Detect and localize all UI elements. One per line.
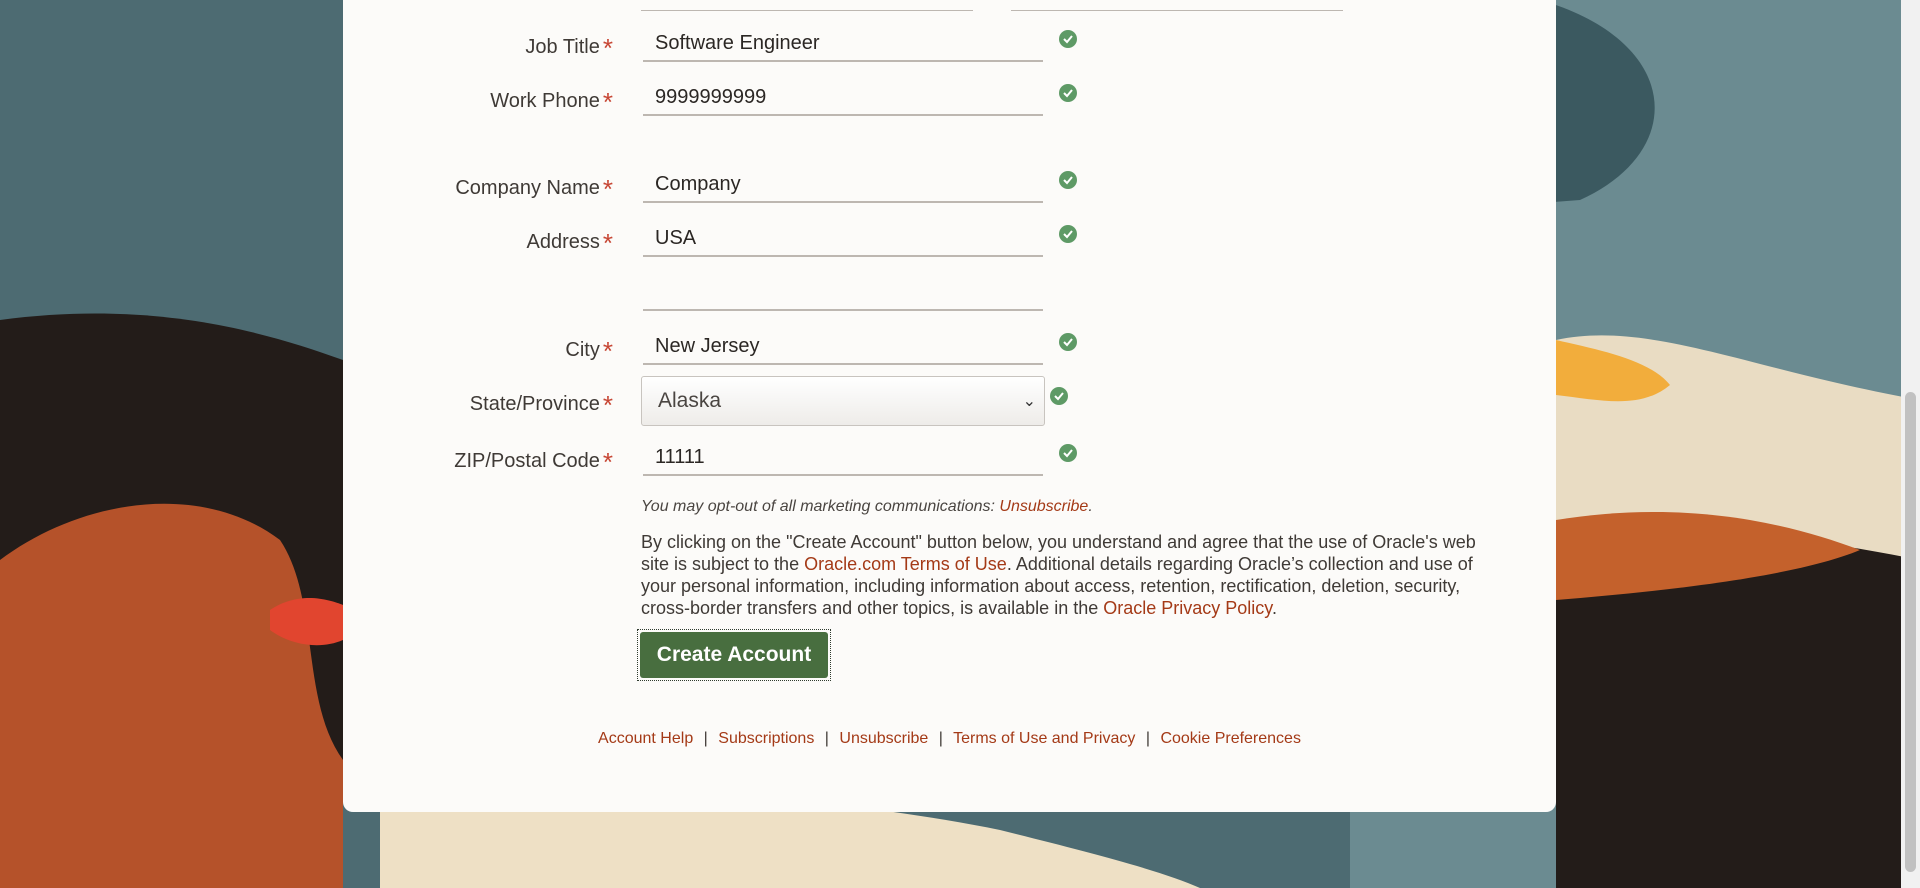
field-label: Company Name * [455, 174, 613, 204]
check-circle-icon [1059, 84, 1077, 102]
chevron-down-icon: ⌄ [1022, 393, 1036, 410]
form-row-work-phone: Work Phone * 9999999999 [343, 76, 1243, 120]
field-label: City * [565, 336, 613, 366]
zip-postal-code-field[interactable]: 11111 [643, 436, 1043, 476]
scrollbar-thumb[interactable] [1905, 392, 1916, 872]
footer-separator: | [1145, 730, 1150, 747]
city-field[interactable]: New Jersey [643, 325, 1043, 365]
field-label: State/Province * [469, 390, 613, 420]
check-circle-icon [1059, 30, 1077, 48]
create-account-focus-ring: Create Account [637, 629, 831, 681]
terms-of-use-link[interactable]: Oracle.com Terms of Use [804, 554, 1007, 574]
form-row-address: Address * USA [343, 217, 1243, 261]
form-row-zip: ZIP/Postal Code * 11111 [343, 436, 1243, 480]
footer-separator: | [938, 730, 943, 747]
state-province-select[interactable]: Alaska ⌄ [641, 376, 1045, 426]
check-circle-icon [1059, 333, 1077, 351]
field-underline [641, 10, 973, 11]
form-row-city: City * New Jersey [343, 325, 1243, 369]
footer-unsubscribe-link[interactable]: Unsubscribe [839, 730, 928, 747]
footer-links: Account Help | Subscriptions | Unsubscri… [343, 730, 1556, 748]
subscriptions-link[interactable]: Subscriptions [718, 730, 814, 747]
check-circle-icon [1059, 225, 1077, 243]
address-line-2-field[interactable] [643, 271, 1043, 311]
footer-separator: | [824, 730, 829, 747]
check-circle-icon [1059, 444, 1077, 462]
account-help-link[interactable]: Account Help [598, 730, 693, 747]
form-row-job-title: Job Title * Software Engineer [343, 22, 1243, 66]
field-label: Work Phone * [490, 87, 613, 117]
form-row-address-2 [343, 271, 1243, 315]
form-row-state: State/Province * Alaska ⌄ [343, 376, 1243, 426]
field-label: Job Title * [525, 33, 613, 63]
field-label: ZIP/Postal Code * [454, 447, 613, 477]
check-circle-icon [1050, 387, 1068, 405]
create-account-button[interactable]: Create Account [640, 632, 828, 678]
work-phone-field[interactable]: 9999999999 [643, 76, 1043, 116]
page-scrollbar[interactable] [1901, 0, 1920, 888]
select-value: Alaska [658, 389, 722, 412]
address-field[interactable]: USA [643, 217, 1043, 257]
check-circle-icon [1059, 171, 1077, 189]
job-title-field[interactable]: Software Engineer [643, 22, 1043, 62]
form-row-company-name: Company Name * Company [343, 163, 1243, 207]
optout-note: You may opt-out of all marketing communi… [641, 498, 1093, 515]
unsubscribe-link[interactable]: Unsubscribe [999, 498, 1088, 515]
privacy-policy-link[interactable]: Oracle Privacy Policy [1103, 598, 1272, 618]
cookie-preferences-link[interactable]: Cookie Preferences [1160, 730, 1301, 747]
company-name-field[interactable]: Company [643, 163, 1043, 203]
field-label: Address * [526, 228, 614, 258]
terms-of-use-and-privacy-link[interactable]: Terms of Use and Privacy [953, 730, 1135, 747]
consent-text: By clicking on the "Create Account" butt… [641, 532, 1476, 618]
footer-separator: | [703, 730, 708, 747]
field-underline [1011, 10, 1343, 11]
